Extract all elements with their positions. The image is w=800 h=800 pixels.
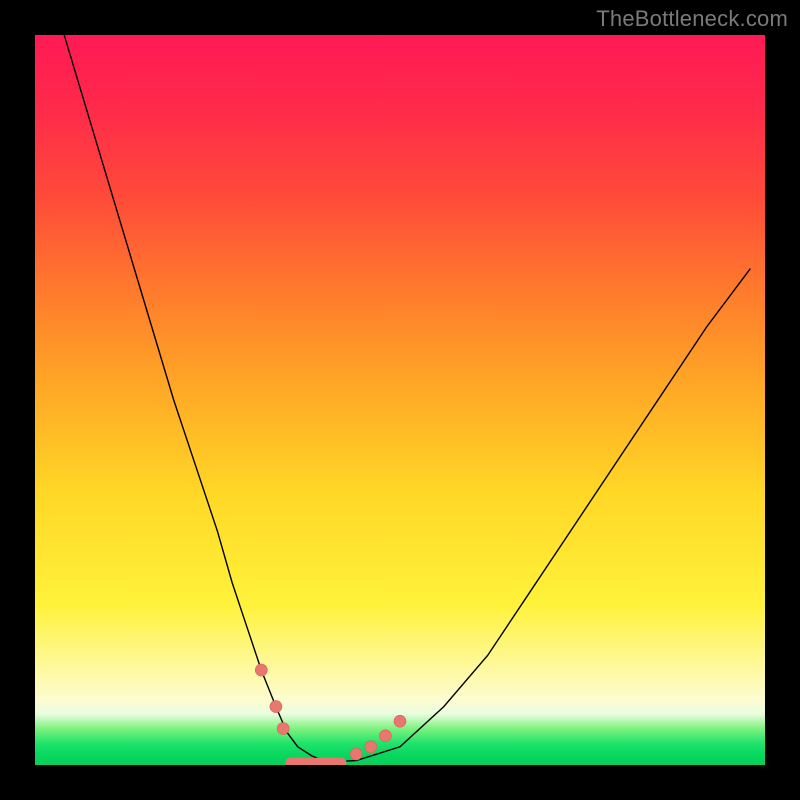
marker-dot: [270, 701, 282, 713]
marker-dot: [255, 664, 267, 676]
marker-dot: [350, 748, 362, 760]
marker-dot: [277, 723, 289, 735]
watermark-text: TheBottleneck.com: [596, 6, 788, 32]
markers-group: [255, 664, 406, 763]
marker-dot: [379, 730, 391, 742]
marker-dot: [365, 741, 377, 753]
bottleneck-curve: [64, 35, 750, 762]
chart-frame: TheBottleneck.com: [0, 0, 800, 800]
plot-area: [35, 35, 765, 765]
marker-dot: [394, 715, 406, 727]
curve-svg: [35, 35, 765, 765]
